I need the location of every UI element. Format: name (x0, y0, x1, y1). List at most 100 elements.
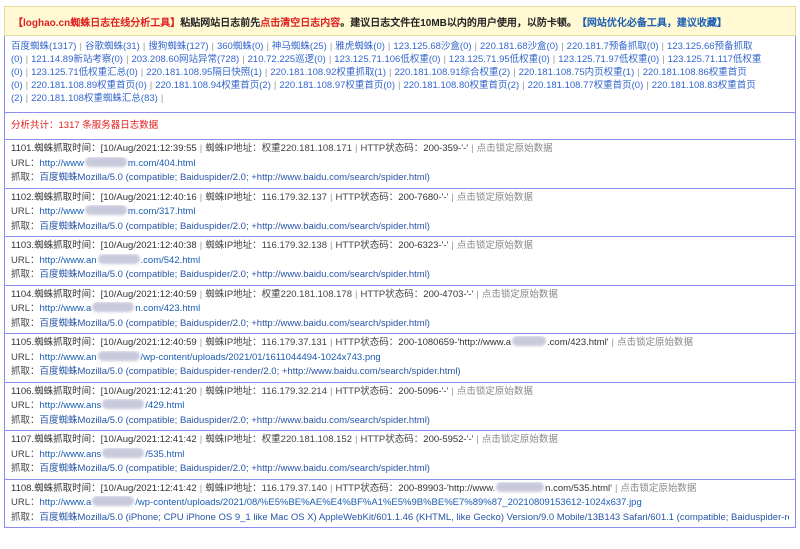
spider-stat[interactable]: 220.181.108.75内页权重(1) (519, 67, 635, 78)
separator: | (142, 41, 146, 52)
url-prefix[interactable]: http://www (40, 206, 84, 217)
spider-stat[interactable]: 220.181.108.92权重抓取(1) (270, 67, 386, 78)
spider-stat[interactable]: 123.125.71低权重汇总(0) (31, 67, 138, 78)
spider-stat[interactable]: 220.181.108.77权重首页(0) (528, 80, 644, 91)
spider-stat[interactable]: 220.181.108.97权重首页(0) (279, 80, 395, 91)
http-status: 200-6323-'-' (398, 240, 449, 251)
http-status: 200-5096-'-' (398, 385, 449, 397)
log-entry: 1107.蜘蛛抓取时间：[10/Aug/2021:12:41:42 | 蜘蛛IP地址… (4, 431, 796, 480)
url-prefix[interactable]: http://www (40, 158, 84, 169)
lock-raw-data-link[interactable]: 点击锁定原始数据 (457, 240, 533, 251)
spider-stat[interactable]: 123.125.71.95低权重(0) (449, 54, 550, 65)
spider-stat[interactable]: 220.181.108.80权重首页(2) (403, 80, 519, 91)
entry-line-1: 1108.蜘蛛抓取时间：[10/Aug/2021:12:41:42 | 蜘蛛IP地址… (11, 481, 697, 494)
url-prefix[interactable]: http://www.a (40, 303, 92, 314)
spider-stat[interactable]: 220.181.108.95隔日快照(1) (146, 67, 262, 78)
spider-stat[interactable]: 210.72.225巡逻(0) (248, 54, 326, 65)
separator: | (25, 80, 29, 91)
url-path[interactable]: .com/542.html (141, 255, 201, 266)
separator: | (443, 54, 446, 65)
spider-ip: 116.179.32.137 (261, 191, 328, 203)
spider-ip-label: 蜘蛛IP地址： (205, 482, 262, 494)
spider-ip-label: 蜘蛛IP地址： (205, 434, 262, 445)
url-label: URL： (11, 303, 40, 314)
url-path[interactable]: m.com/317.html (128, 206, 196, 217)
separator: | (266, 41, 269, 52)
grab-label: 抓取： (11, 269, 40, 280)
spider-stat[interactable]: 神马蜘蛛(25) (272, 41, 327, 52)
log-entry: 1103.蜘蛛抓取时间：[10/Aug/2021:12:40:38 | 蜘蛛IP地址… (4, 237, 796, 286)
redacted-domain (496, 481, 545, 492)
url-label: URL： (11, 254, 40, 266)
spider-ip: 权重220.181.108.152 (261, 434, 352, 445)
separator: | (125, 54, 129, 65)
spider-stat[interactable]: 220.181.68沙盒(0) (480, 41, 558, 52)
spider-stat[interactable]: 谷歌蜘蛛(31) (85, 41, 140, 52)
redacted-domain (84, 156, 127, 167)
spider-stat[interactable]: 123.125.71.97低权重(0) (558, 54, 659, 65)
redacted-domain (92, 302, 135, 312)
url-path[interactable]: /wp-content/uploads/2021/08/%E5%BE%AE%E4… (135, 497, 642, 508)
separator: | (264, 67, 268, 78)
spider-stat[interactable]: 121.14.89新站考察(0) (31, 54, 123, 65)
log-entries: 1101.蜘蛛抓取时间：[10/Aug/2021:12:39:55 | 蜘蛛IP地址… (4, 140, 796, 528)
url-prefix[interactable]: http://www.an (40, 352, 97, 363)
http-status: 200-4703-'-' (423, 288, 474, 300)
separator: | (522, 80, 525, 91)
url-path[interactable]: /535.html (145, 449, 184, 460)
log-entry: 1104.蜘蛛抓取时间：[10/Aug/2021:12:40:59 | 蜘蛛IP地址… (4, 285, 796, 334)
spider-stat[interactable]: 220.181.108权重蜘蛛汇总(83) (31, 93, 158, 104)
log-entry: 1102.蜘蛛抓取时间：[10/Aug/2021:12:40:16 | 蜘蛛IP地址… (4, 188, 796, 237)
separator: | (211, 41, 214, 52)
spider-stat[interactable]: 220.181.108.89权重首页(0) (31, 80, 147, 91)
url-label: URL： (11, 351, 40, 363)
grab-label: 抓取： (11, 220, 40, 232)
lock-raw-data-link[interactable]: 点击锁定原始数据 (482, 289, 558, 300)
entry-line-2: URL：http://www.an .com/542.html (11, 253, 789, 269)
clear-log-link[interactable]: 点击清空日志内容 (260, 14, 340, 29)
spider-stat[interactable]: 123.125.71.106低权重(0) (334, 54, 440, 65)
url-prefix[interactable]: http://www.ans (40, 449, 102, 460)
url-label: URL： (11, 448, 40, 460)
separator: | (160, 93, 164, 104)
spider-stat[interactable]: 百度蜘蛛(1317) (11, 41, 76, 52)
lock-raw-data-link[interactable]: 点击锁定原始数据 (457, 386, 533, 397)
spider-stat[interactable]: 360蜘蛛(0) (217, 41, 263, 52)
url-prefix[interactable]: http://www.ans (40, 400, 102, 411)
grab-label: 抓取： (11, 366, 40, 377)
url-prefix[interactable]: http://www.a (40, 497, 92, 508)
lock-raw-data-link[interactable]: 点击锁定原始数据 (617, 337, 693, 348)
url-prefix[interactable]: http://www.an (40, 255, 97, 266)
http-status-label: HTTP状态码： (335, 337, 399, 348)
lock-raw-data-link[interactable]: 点击锁定原始数据 (457, 192, 533, 203)
spider-stat[interactable]: 220.181.108.94权重首页(2) (155, 80, 271, 91)
redacted-domain (97, 253, 140, 264)
grab-label: 抓取： (11, 172, 40, 183)
url-path[interactable]: n.com/423.html (135, 303, 200, 314)
lock-raw-data-link[interactable]: 点击锁定原始数据 (482, 434, 558, 445)
http-status: 200-89903-'http://www. (398, 482, 496, 494)
url-label: URL： (11, 400, 40, 411)
url-path[interactable]: m.com/404.html (128, 158, 196, 169)
spider-stat[interactable]: 220.181.108.91综合权重(2) (394, 67, 510, 78)
user-agent: 百度蜘蛛Mozilla/5.0 (compatible; Baiduspider… (39, 317, 430, 329)
url-path[interactable]: /wp-content/uploads/2021/01/1611044494-1… (141, 352, 381, 363)
crawl-time: 1107.蜘蛛抓取时间：[10/Aug/2021:12:41:42 (11, 434, 197, 445)
url-path[interactable]: /429.html (145, 400, 184, 411)
log-entry: 1105.蜘蛛抓取时间：[10/Aug/2021:12:40:59 | 蜘蛛IP地址… (4, 334, 796, 383)
entry-line-1: 1103.蜘蛛抓取时间：[10/Aug/2021:12:40:38 | 蜘蛛IP地址… (11, 240, 533, 251)
lock-raw-data-link[interactable]: 点击锁定原始数据 (620, 483, 696, 494)
lock-raw-data-link[interactable]: 点击锁定原始数据 (477, 143, 553, 154)
spider-stat[interactable]: 123.125.68沙盒(0) (393, 41, 471, 52)
spider-stat[interactable]: 搜狗蜘蛛(127) (148, 41, 208, 52)
spider-stat[interactable]: 雅虎蜘蛛(0) (335, 41, 385, 52)
separator: | (329, 41, 333, 52)
separator: | (661, 41, 664, 52)
separator: | (474, 41, 478, 52)
separator: | (552, 54, 556, 65)
log-analyzer: 【loghao.cn蜘蛛日志在线分析工具】 粘贴网站日志前先 点击清空日志内容 … (4, 6, 796, 528)
spider-stat[interactable]: 203.208.60网站异常(728) (131, 54, 239, 65)
spider-stat[interactable]: 220.181.7预备抓取(0) (567, 41, 659, 52)
entry-line-3: 抓取：百度蜘蛛Mozilla/5.0 (compatible; Baiduspi… (11, 171, 789, 186)
entry-line-2: URL：http://www.ans/429.html (11, 399, 789, 414)
